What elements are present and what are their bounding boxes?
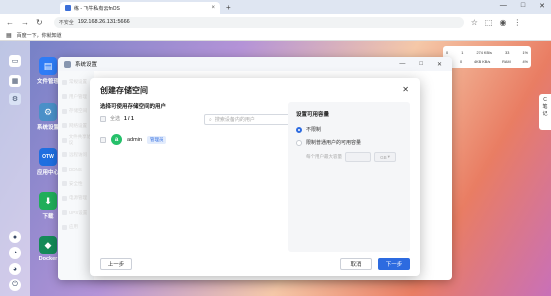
maximize-icon[interactable]: □ <box>521 2 525 10</box>
stat: 33 <box>505 50 510 55</box>
folder-icon: ▤ <box>39 57 57 75</box>
star-icon[interactable]: ☆ <box>471 18 478 27</box>
select-all-label[interactable]: 全选 <box>110 115 120 122</box>
security-indicator[interactable]: 不安全 <box>59 19 74 26</box>
window-titlebar: 系统设置 — □ ✕ <box>58 57 452 71</box>
admin-badge: 管理员 <box>146 135 167 144</box>
window-title: 系统设置 <box>75 62 98 68</box>
chevron-down-icon: ▾ <box>387 154 390 159</box>
app-label: 下载 <box>42 214 54 220</box>
previous-button[interactable]: 上一步 <box>100 258 132 270</box>
close-icon[interactable]: ✕ <box>539 2 545 10</box>
browser-toolbar: ← → ↻ 不安全 192.168.26.131:5666 ☆ ⬚ ◉ ⋮ <box>0 14 551 30</box>
grid-icon[interactable]: ▦ <box>9 75 21 87</box>
stat: 274 KB/s <box>476 50 492 55</box>
stat: RAM <box>502 59 511 64</box>
app-label: 文件管理 <box>36 79 59 85</box>
dialog-title: 创建存储空间 <box>100 86 148 95</box>
radio-label: 限制普通用户的可用容量 <box>306 140 362 146</box>
app-label: Docker <box>38 256 58 262</box>
menu-icon[interactable]: ⋮ <box>513 18 521 27</box>
radio-label: 不限制 <box>306 127 322 133</box>
stat: 1 <box>461 50 464 55</box>
stat: 4KB KB/s <box>474 59 491 64</box>
maximize-icon[interactable]: □ <box>419 61 423 68</box>
close-icon[interactable]: ✕ <box>437 61 442 68</box>
user-search-input[interactable]: ⌕ 搜索设备内的用户 <box>204 114 294 125</box>
stat: 0 <box>460 59 463 64</box>
close-tab-icon[interactable]: × <box>211 5 215 11</box>
window-app-icon <box>64 60 71 68</box>
stat: 0 <box>446 50 449 55</box>
profile-icon[interactable]: ◉ <box>499 18 506 27</box>
extensions-icon[interactable]: ⬚ <box>485 18 493 27</box>
docker-icon: ◆ <box>39 236 57 254</box>
tab-title: 练 - 飞牛私有云fnOS <box>74 5 120 12</box>
url-text[interactable]: 192.168.26.131:5666 <box>78 19 130 25</box>
gear-icon: ⚙ <box>39 103 57 121</box>
back-icon[interactable]: ← <box>6 18 14 27</box>
user-selection-section: 选择可使用存储空间的用户 全选 1 / 1 ⌕ 搜索设备内的用户 a admin… <box>100 102 294 145</box>
user-name: admin <box>127 136 142 143</box>
settings-icon[interactable]: ⚙ <box>9 93 21 105</box>
next-button[interactable]: 下一步 <box>378 258 410 270</box>
power-icon[interactable]: ⏻ <box>9 279 21 291</box>
select-all-checkbox[interactable] <box>100 115 106 122</box>
radio-button-checked[interactable] <box>296 126 302 133</box>
user-list-item[interactable]: a admin 管理员 <box>100 134 288 145</box>
selected-count: 1 / 1 <box>124 115 134 122</box>
per-user-label: 每个用户最大容量 <box>306 154 342 159</box>
chat-icon[interactable]: ● <box>9 231 21 243</box>
per-user-quota-row: 每个用户最大容量 GB ▾ <box>296 152 402 162</box>
browser-tab-bar: 练 - 飞牛私有云fnOS × + — □ ✕ <box>0 0 551 14</box>
search-placeholder: 搜索设备内的用户 <box>214 117 255 123</box>
unit-select[interactable]: GB ▾ <box>374 152 396 162</box>
users-label: 选择可使用存储空间的用户 <box>100 104 167 110</box>
user-icon[interactable]: ◕ <box>9 263 21 275</box>
forward-icon[interactable]: → <box>21 18 29 27</box>
avatar: a <box>111 134 122 145</box>
bookmark-item[interactable]: 百度一下，你就知道 <box>17 32 62 39</box>
radio-button[interactable] <box>296 139 302 146</box>
new-tab-button[interactable]: + <box>226 3 231 12</box>
quota-label: 设置可用容量 <box>296 112 330 118</box>
bookmarks-bar: ▦ 百度一下，你就知道 <box>0 30 551 41</box>
monitor-icon[interactable]: ▭ <box>9 55 21 67</box>
reload-icon[interactable]: ↻ <box>36 18 43 27</box>
radio-limit[interactable]: 限制普通用户的可用容量 <box>296 139 402 146</box>
browser-tab[interactable]: 练 - 飞牛私有云fnOS × <box>60 2 220 14</box>
create-storage-dialog: 创建存储空间 ✕ 选择可使用存储空间的用户 全选 1 / 1 ⌕ 搜索设备内的用… <box>90 78 420 276</box>
search-icon: ⌕ <box>209 116 212 123</box>
app-label: 应用中心 <box>36 170 59 176</box>
cancel-button[interactable]: 取消 <box>340 258 372 270</box>
quota-input[interactable] <box>345 152 371 162</box>
notify-icon[interactable]: ◔ <box>9 247 21 259</box>
window-controls: — □ ✕ <box>500 2 545 10</box>
user-checkbox[interactable] <box>100 136 106 143</box>
apps-grid-icon[interactable]: ▦ <box>6 32 12 39</box>
side-note-widget[interactable]: C 笔 记 <box>539 94 551 130</box>
address-bar[interactable]: 不安全 192.168.26.131:5666 <box>53 16 464 28</box>
stat: 1% <box>522 50 528 55</box>
radio-unlimited[interactable]: 不限制 <box>296 126 402 133</box>
favicon-icon <box>65 5 71 11</box>
desktop-dock: ▭ ▦ ⚙ ● ◔ ◕ ⏻ <box>0 41 30 296</box>
unit-value: GB <box>380 154 387 160</box>
close-icon[interactable]: ✕ <box>402 85 409 94</box>
system-stats-widget: 0 1 274 KB/s 33 1% 0 0 4KB KB/s RAM 4% <box>443 46 531 68</box>
stat: 4% <box>522 59 529 64</box>
app-label: 系统设置 <box>36 125 59 131</box>
minimize-icon[interactable]: — <box>500 2 507 10</box>
store-icon: OTW <box>39 148 57 166</box>
minimize-icon[interactable]: — <box>399 61 405 68</box>
download-icon: ⬇ <box>39 192 57 210</box>
quota-section: 设置可用容量 不限制 限制普通用户的可用容量 每个用户最大容量 GB ▾ <box>288 102 410 252</box>
